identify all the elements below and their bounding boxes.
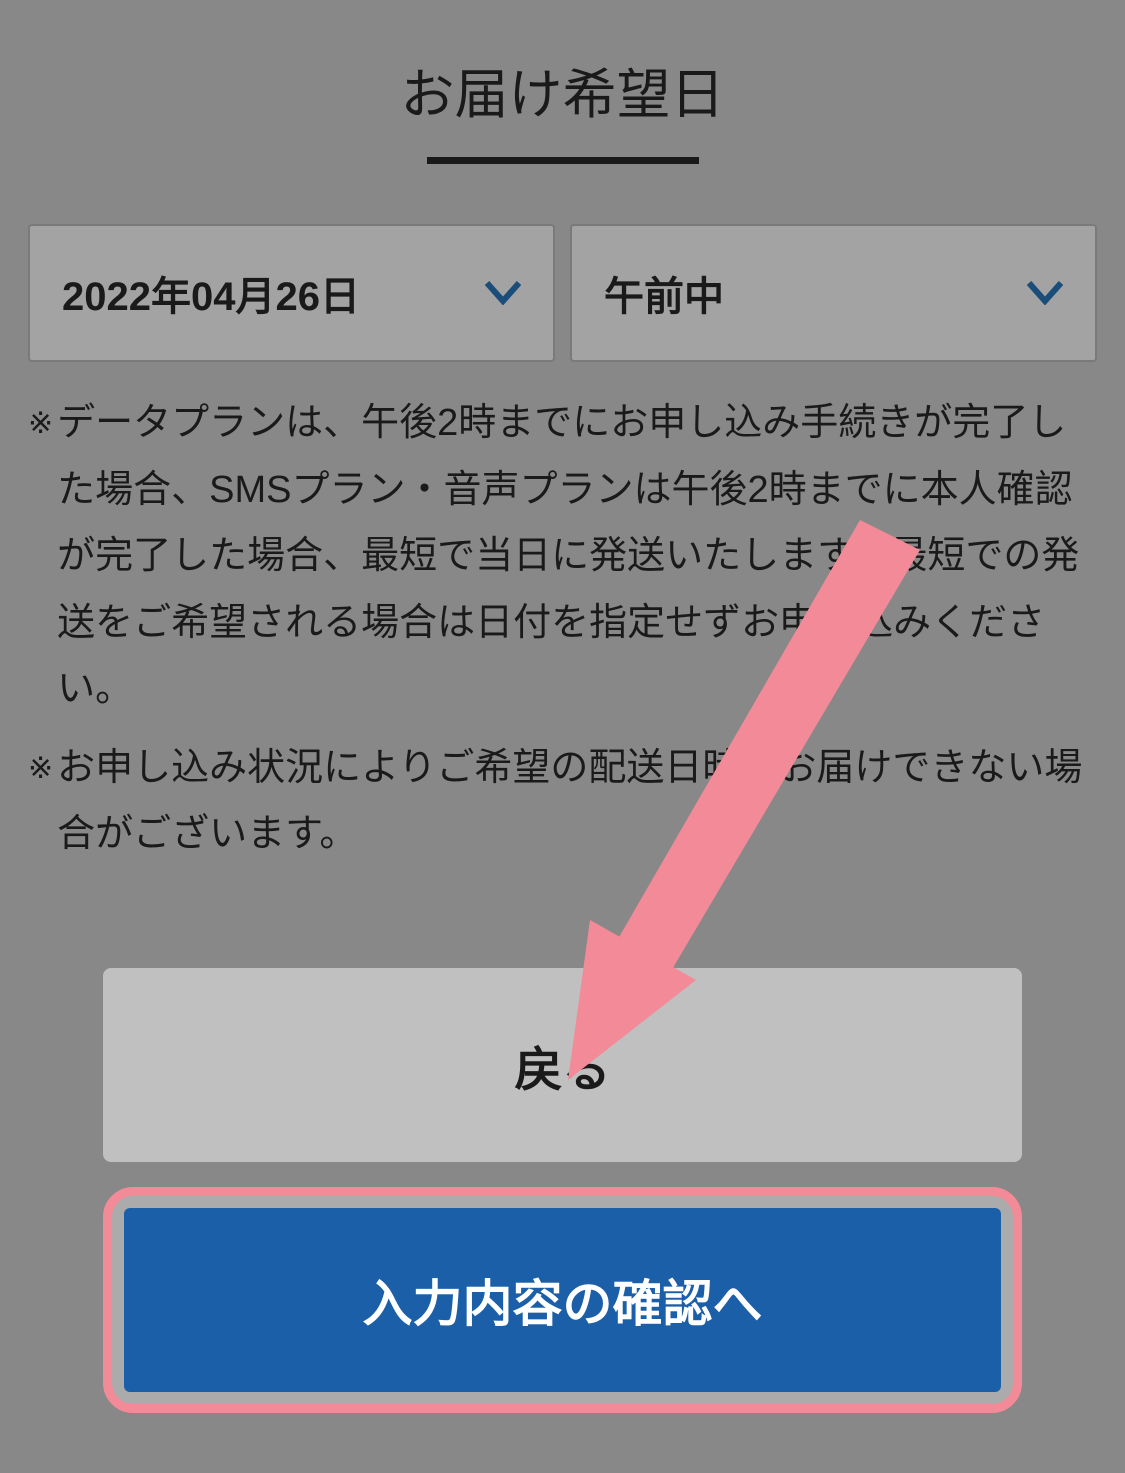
title-block: お届け希望日	[28, 50, 1097, 164]
note-item: ※ データプランは、午後2時までにお申し込み手続きが完了した場合、SMSプラン・…	[28, 390, 1097, 723]
time-select[interactable]: 午前中	[570, 224, 1097, 362]
asterisk-icon: ※	[28, 743, 53, 796]
note-text: データプランは、午後2時までにお申し込み手続きが完了した場合、SMSプラン・音声…	[57, 390, 1097, 723]
time-select-value: 午前中	[604, 264, 724, 322]
page-title: お届け希望日	[28, 50, 1097, 129]
chevron-down-icon	[485, 281, 521, 305]
note-text: お申し込み状況によりご希望の配送日時にお届けできない場合がございます。	[57, 735, 1097, 868]
confirm-highlight: 入力内容の確認へ	[103, 1187, 1022, 1413]
delivery-date-form: お届け希望日 2022年04月26日 午前中 ※ データプランは、午後2時までに…	[0, 0, 1125, 1473]
date-select[interactable]: 2022年04月26日	[28, 224, 555, 362]
title-underline	[427, 157, 699, 164]
note-item: ※ お申し込み状況によりご希望の配送日時にお届けできない場合がございます。	[28, 735, 1097, 868]
chevron-down-icon	[1027, 281, 1063, 305]
confirm-button[interactable]: 入力内容の確認へ	[124, 1208, 1001, 1392]
date-select-value: 2022年04月26日	[62, 264, 360, 322]
selects-row: 2022年04月26日 午前中	[28, 224, 1097, 362]
buttons-block: 戻る 入力内容の確認へ	[28, 968, 1097, 1413]
asterisk-icon: ※	[28, 398, 53, 451]
notes: ※ データプランは、午後2時までにお申し込み手続きが完了した場合、SMSプラン・…	[28, 390, 1097, 868]
back-button[interactable]: 戻る	[103, 968, 1022, 1162]
